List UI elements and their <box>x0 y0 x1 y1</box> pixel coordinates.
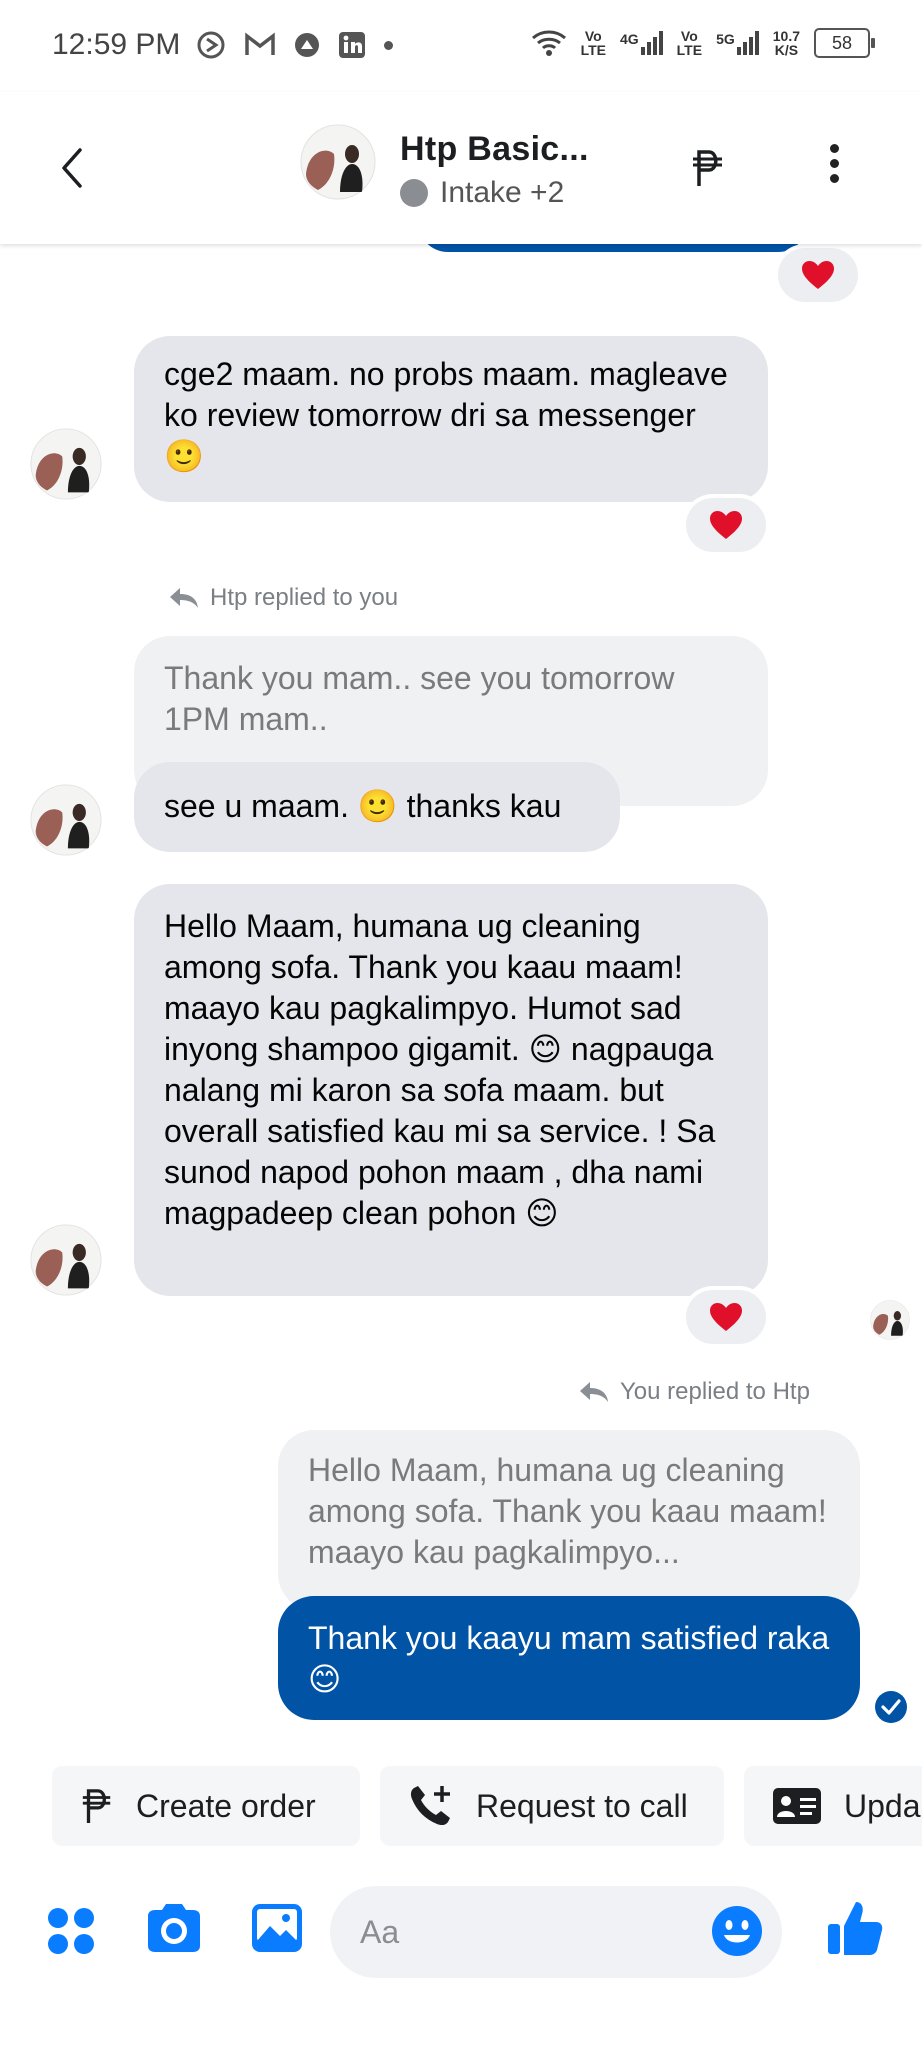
gmail-icon <box>245 32 275 55</box>
peso-icon[interactable] <box>690 148 726 188</box>
reply-indicator: Htp replied to you <box>168 584 398 612</box>
quoted-message[interactable]: Hello Maam, humana ug cleaning among sof… <box>278 1430 860 1610</box>
heart-icon <box>710 1303 742 1331</box>
request-call-label: Request to call <box>476 1787 688 1824</box>
notification-icons <box>196 30 393 60</box>
signal-5g: 5G <box>716 31 759 55</box>
reaction-heart[interactable] <box>686 1290 766 1344</box>
network-speed: 10.7 K/S <box>772 28 800 58</box>
battery-icon: 58 <box>814 28 875 58</box>
reply-arrow-icon <box>580 1382 608 1402</box>
status-bar: 12:59 PM Vo LTE 4G Vo LTE 5G 10.7 K/S 58 <box>0 0 922 92</box>
update-label: Upda <box>844 1787 921 1824</box>
gallery-icon[interactable] <box>250 1902 304 1954</box>
signal-bars-icon <box>736 31 759 55</box>
contact-avatar[interactable] <box>300 124 376 200</box>
label-dot-icon <box>400 179 428 207</box>
volte-2: Vo LTE <box>676 28 703 58</box>
chat-header: Htp Basic... Intake +2 <box>0 92 922 244</box>
wifi-icon <box>531 30 566 56</box>
app-notification-icon <box>197 31 225 59</box>
heart-icon <box>802 261 834 289</box>
sender-avatar[interactable] <box>30 784 102 856</box>
outgoing-message[interactable]: Thank you kaayu mam satisfied raka 😊 <box>278 1596 860 1720</box>
peso-icon <box>82 1789 111 1823</box>
signal-4g: 4G <box>620 31 663 55</box>
camera-icon[interactable] <box>144 1902 204 1954</box>
message-input-placeholder: Aa <box>360 1913 400 1950</box>
create-order-label: Create order <box>136 1787 316 1824</box>
more-options-icon[interactable] <box>830 144 842 189</box>
seen-avatar <box>870 1300 910 1340</box>
create-order-button[interactable]: Create order <box>52 1766 360 1846</box>
emoji-icon[interactable] <box>710 1904 764 1958</box>
app-circle-icon <box>295 33 319 57</box>
reaction-heart[interactable] <box>778 248 858 302</box>
apps-menu-icon[interactable] <box>46 1906 96 1956</box>
sender-avatar[interactable] <box>30 428 102 500</box>
system-status-icons: Vo LTE 4G Vo LTE 5G 10.7 K/S 58 <box>531 28 875 58</box>
heart-icon <box>710 511 742 539</box>
like-thumb-icon[interactable] <box>826 1898 884 1958</box>
contact-card-icon <box>773 1788 821 1824</box>
reply-arrow-icon <box>170 588 198 608</box>
contact-name[interactable]: Htp Basic... <box>400 130 589 169</box>
more-notifications-dot <box>384 40 393 50</box>
update-contact-button[interactable]: Upda <box>744 1766 922 1846</box>
incoming-message[interactable]: cge2 maam. no probs maam. magleave ko re… <box>134 336 768 502</box>
label-text: Intake +2 <box>440 176 565 209</box>
sent-check-icon <box>875 1691 907 1723</box>
contact-labels[interactable]: Intake +2 <box>400 176 564 210</box>
back-arrow-icon[interactable] <box>58 146 88 190</box>
linkedin-icon <box>339 32 365 58</box>
volte-1: Vo LTE <box>580 28 606 58</box>
phone-add-icon <box>410 1786 450 1826</box>
status-time: 12:59 PM <box>52 28 181 61</box>
incoming-message[interactable]: Hello Maam, humana ug cleaning among sof… <box>134 884 768 1296</box>
incoming-message[interactable]: see u maam. 🙂 thanks kau <box>134 762 620 852</box>
reply-indicator: You replied to Htp <box>578 1378 810 1406</box>
signal-bars-icon <box>640 31 663 55</box>
request-call-button[interactable]: Request to call <box>380 1766 724 1846</box>
sender-avatar[interactable] <box>30 1224 102 1296</box>
reaction-heart[interactable] <box>686 498 766 552</box>
